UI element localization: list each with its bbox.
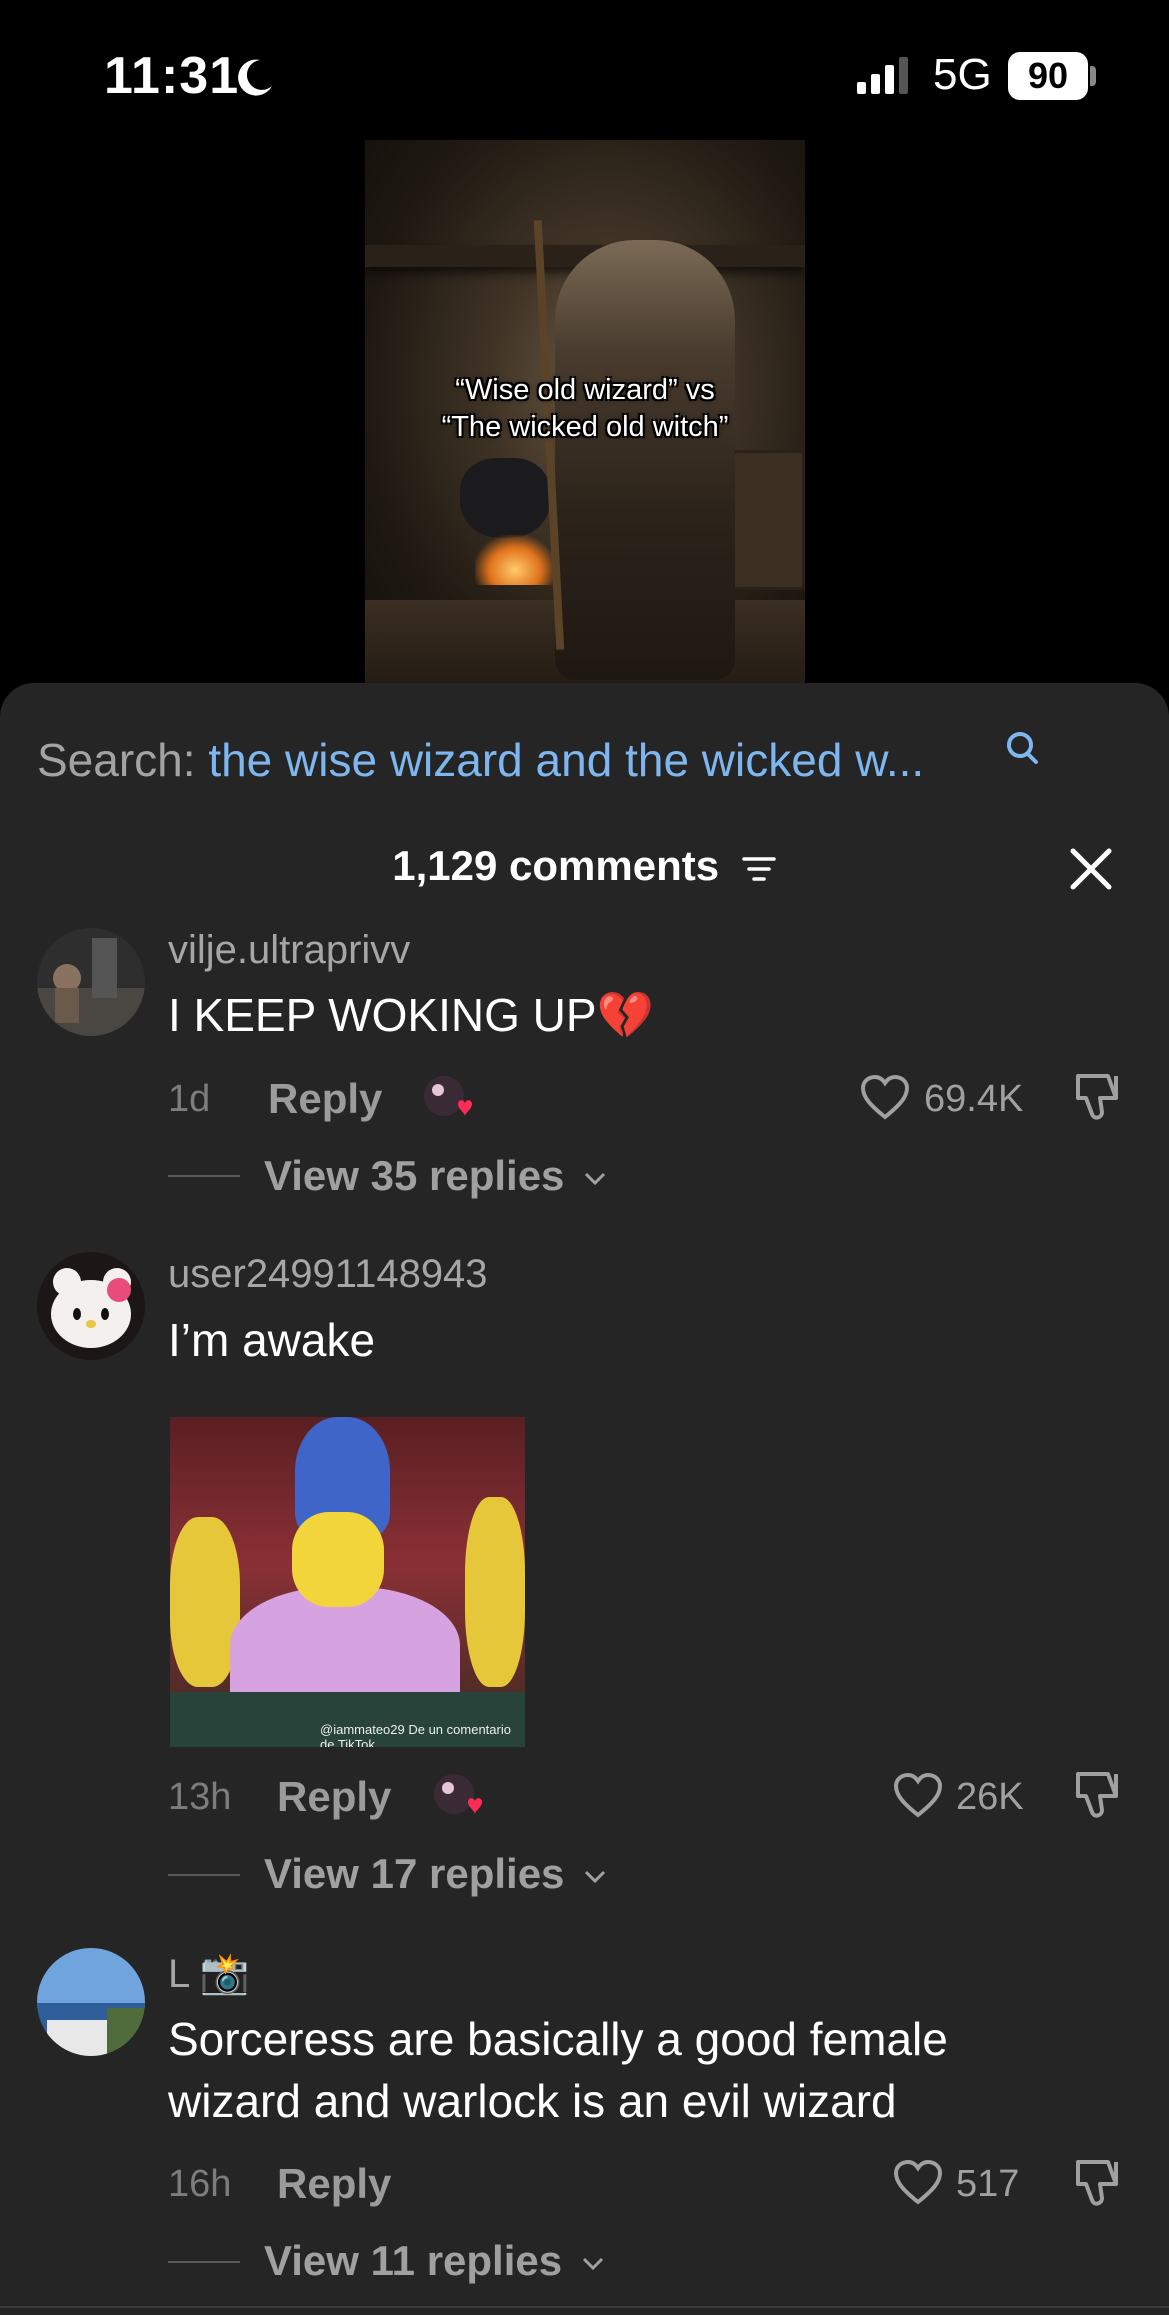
replies-divider (168, 1175, 240, 1177)
caption-line-1: “Wise old wizard” vs (455, 374, 715, 406)
comment-text-line-2: wizard and warlock is an evil wizard (168, 2075, 897, 2127)
chevron-down-icon (585, 1172, 606, 1186)
like-count: 517 (956, 2163, 1020, 2205)
landscape-avatar-icon (37, 1948, 145, 2056)
search-suggestion[interactable]: Search: the wise wizard and the wicked w… (37, 733, 924, 787)
comment-gif[interactable]: @iammateo29 De un comentario de TikTok (170, 1417, 525, 1747)
network-label: 5G (933, 50, 992, 99)
battery-tip (1090, 66, 1096, 86)
like-count: 69.4K (924, 1078, 1024, 1120)
search-query[interactable]: the wise wizard and the wicked w... (208, 734, 924, 786)
heart-icon[interactable] (860, 1075, 910, 1121)
comment-text: Sorceress are basically a good female wi… (168, 2008, 948, 2132)
replies-divider (168, 1874, 240, 1876)
reply-button[interactable]: Reply (277, 2160, 391, 2208)
hello-kitty-avatar-icon (37, 1252, 145, 1360)
comment-username[interactable]: user24991148943 (168, 1252, 488, 1297)
avatar-image-icon (37, 928, 145, 1036)
video-fire (475, 535, 555, 585)
search-icon[interactable] (1004, 730, 1040, 770)
view-replies-label: View 17 replies (264, 1850, 565, 1897)
filter-icon[interactable] (741, 854, 777, 884)
comments-header: 1,129 comments (0, 842, 1169, 890)
like-count: 26K (956, 1776, 1024, 1818)
avatar[interactable] (37, 928, 145, 1036)
reply-button[interactable]: Reply (268, 1075, 382, 1123)
gif-watermark: @iammateo29 De un comentario de TikTok (320, 1722, 511, 1747)
chevron-down-icon (585, 1870, 606, 1884)
view-replies-label: View 11 replies (264, 2237, 563, 2284)
caption-line-2: “The wicked old witch” (441, 411, 729, 443)
battery-indicator: 90 (1008, 52, 1088, 100)
gif-face (292, 1512, 384, 1607)
reply-button[interactable]: Reply (277, 1773, 391, 1821)
close-icon[interactable] (1068, 846, 1114, 892)
view-replies-button[interactable]: View 35 replies (264, 1152, 606, 1200)
comment-time: 16h (168, 2163, 232, 2205)
comment-time: 1d (168, 1078, 211, 1120)
video-pot (460, 458, 550, 538)
avatar[interactable] (37, 1948, 145, 2056)
heart-icon[interactable] (893, 2160, 943, 2206)
video-thumbnail[interactable]: “Wise old wizard” vs “The wicked old wit… (365, 140, 805, 685)
signal-icon (857, 57, 908, 94)
comment-username[interactable]: L 📸 (168, 1950, 250, 1997)
moon-icon (238, 59, 272, 96)
heart-icon[interactable] (893, 1773, 943, 1819)
chevron-down-icon (582, 2257, 603, 2271)
search-prefix: Search: (37, 734, 196, 786)
comment-username[interactable]: vilje.ultraprivv (168, 928, 410, 973)
comment-text: I KEEP WOKING UP💔 (168, 989, 654, 1041)
dislike-icon[interactable] (1070, 1072, 1124, 1122)
dislike-icon[interactable] (1070, 2158, 1124, 2208)
view-replies-label: View 35 replies (264, 1152, 565, 1199)
gif-character-right (465, 1497, 525, 1687)
comment-time: 13h (168, 1776, 232, 1818)
comment-text: I’m awake (168, 1314, 376, 1366)
creator-liked-icon (424, 1076, 472, 1116)
replies-divider (168, 2261, 240, 2263)
dislike-icon[interactable] (1070, 1770, 1124, 1820)
view-replies-button[interactable]: View 11 replies (264, 2237, 604, 2285)
status-bar: 11:31 5G 90 (0, 0, 1169, 140)
comment-text-line-1: Sorceress are basically a good female (168, 2013, 948, 2065)
bottom-divider (0, 2306, 1169, 2308)
view-replies-button[interactable]: View 17 replies (264, 1850, 606, 1898)
creator-liked-icon (434, 1774, 482, 1814)
video-caption: “Wise old wizard” vs “The wicked old wit… (365, 372, 805, 446)
status-time: 11:31 (104, 47, 240, 105)
video-witch-figure (555, 240, 735, 680)
comments-count: 1,129 comments (392, 842, 720, 889)
avatar[interactable] (37, 1252, 145, 1360)
